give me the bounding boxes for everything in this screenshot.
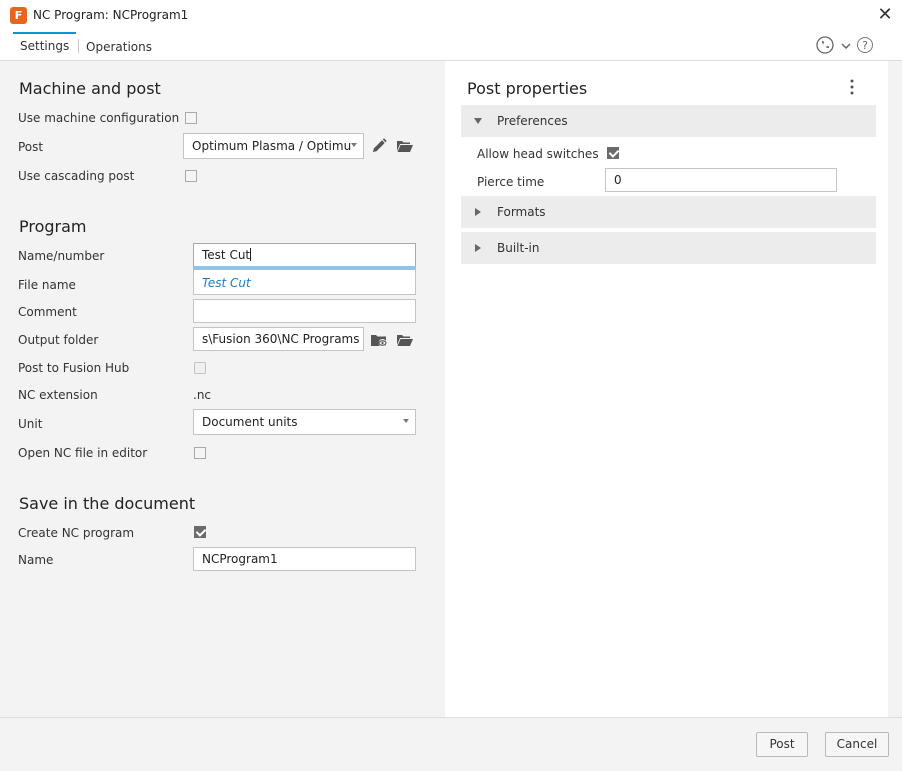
use-cascading-checkbox[interactable] — [185, 170, 197, 182]
section-title-program: Program — [19, 217, 87, 236]
post-button[interactable]: Post — [756, 732, 808, 757]
accordion-built-in[interactable]: Built-in — [461, 232, 876, 264]
expanded-triangle-icon — [474, 118, 482, 124]
open-in-editor-label: Open NC file in editor — [18, 446, 148, 460]
create-nc-program-label: Create NC program — [18, 526, 135, 540]
section-title-machine: Machine and post — [19, 79, 161, 98]
phone-support-icon[interactable] — [816, 36, 834, 54]
name-number-label: Name/number — [18, 249, 105, 263]
file-name-label: File name — [18, 278, 76, 292]
section-title-save: Save in the document — [19, 494, 196, 513]
dropdown-arrow-icon — [403, 419, 409, 423]
panel-gutter — [888, 61, 902, 717]
text-cursor — [250, 248, 252, 261]
allow-head-switches-label: Allow head switches — [477, 147, 599, 161]
accordion-preferences[interactable]: Preferences — [461, 105, 876, 137]
create-nc-program-checkbox[interactable] — [194, 526, 206, 538]
nc-extension-label: NC extension — [18, 388, 98, 402]
unit-select-value: Document units — [202, 415, 298, 429]
output-folder-label: Output folder — [18, 333, 99, 347]
nc-extension-value: .nc — [193, 388, 212, 402]
name-number-value: Test Cut — [202, 248, 251, 262]
help-icon[interactable]: ? — [857, 37, 873, 53]
pierce-time-label: Pierce time — [477, 175, 545, 189]
post-select-value: Optimum Plasma / Optimu — [192, 139, 352, 153]
program-name-input[interactable]: NCProgram1 — [193, 547, 416, 571]
more-options-icon[interactable] — [845, 78, 859, 96]
allow-head-switches-checkbox[interactable] — [607, 147, 619, 159]
accordion-label: Formats — [497, 205, 546, 219]
post-to-hub-label: Post to Fusion Hub — [18, 361, 130, 375]
post-properties-title: Post properties — [467, 79, 588, 98]
tab-divider — [78, 39, 79, 53]
open-folder-icon[interactable] — [396, 331, 414, 349]
post-to-hub-checkbox[interactable] — [194, 362, 206, 374]
collapsed-triangle-icon — [475, 244, 481, 252]
unit-select[interactable]: Document units — [193, 409, 416, 435]
view-folder-icon[interactable] — [370, 331, 388, 349]
use-machine-config-label: Use machine configuration — [18, 111, 180, 125]
collapsed-triangle-icon — [475, 208, 481, 216]
accordion-label: Preferences — [497, 114, 568, 128]
use-cascading-label: Use cascading post — [18, 169, 135, 183]
tab-operations[interactable]: Operations — [86, 33, 152, 59]
open-post-folder-icon[interactable] — [396, 137, 414, 155]
accordion-label: Built-in — [497, 241, 540, 255]
window-title: NC Program: NCProgram1 — [33, 8, 189, 22]
edit-post-pencil-icon[interactable] — [370, 137, 388, 155]
autocomplete-suggestion[interactable]: Test Cut — [202, 276, 251, 290]
dropdown-arrow-icon — [351, 143, 357, 147]
name-number-input[interactable]: Test Cut — [193, 243, 416, 267]
program-name-label: Name — [18, 553, 54, 567]
open-in-editor-checkbox[interactable] — [194, 447, 206, 459]
accordion-formats[interactable]: Formats — [461, 196, 876, 228]
cancel-button[interactable]: Cancel — [825, 732, 889, 757]
output-folder-input[interactable]: s\Fusion 360\NC Programs — [193, 327, 364, 351]
comment-input[interactable] — [193, 299, 416, 323]
comment-label: Comment — [18, 305, 77, 319]
post-select[interactable]: Optimum Plasma / Optimu — [183, 133, 364, 159]
fusion-app-icon: F — [10, 7, 27, 24]
use-machine-config-checkbox[interactable] — [185, 112, 197, 124]
close-button[interactable]: ✕ — [874, 4, 896, 26]
chevron-down-icon[interactable] — [841, 42, 851, 50]
unit-label: Unit — [18, 417, 43, 431]
tab-settings[interactable]: Settings — [13, 32, 77, 60]
pierce-time-input[interactable]: 0 — [605, 168, 837, 192]
post-label: Post — [18, 140, 44, 154]
